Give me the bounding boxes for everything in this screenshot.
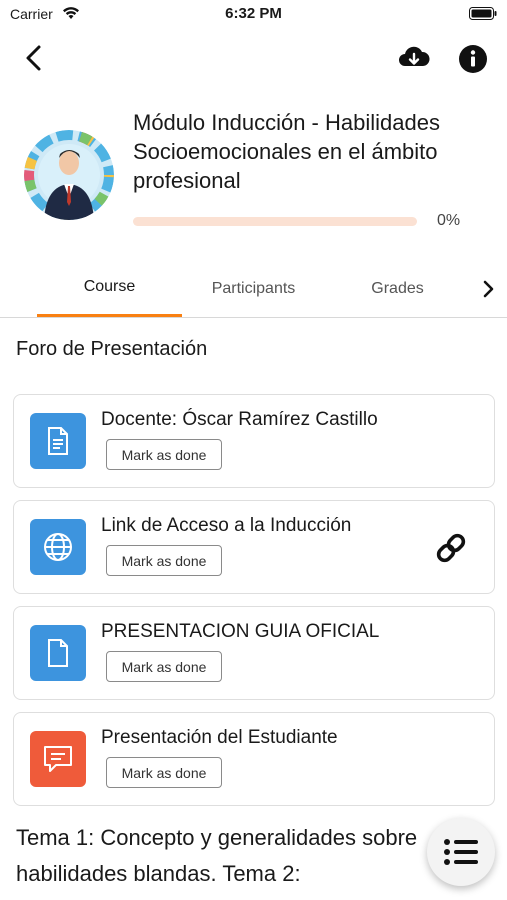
link-icon[interactable] [434, 531, 468, 565]
activity-name[interactable]: PRESENTACION GUIA OFICIAL [101, 621, 379, 643]
mark-as-done-button[interactable]: Mark as done [106, 545, 222, 576]
activity-name[interactable]: Docente: Óscar Ramírez Castillo [101, 409, 378, 431]
course-image [24, 130, 114, 220]
status-bar: Carrier 6:32 PM [0, 0, 507, 28]
activity-name[interactable]: Presentación del Estudiante [101, 727, 338, 749]
activity-card[interactable]: PRESENTACION GUIA OFICIAL Mark as done [13, 606, 495, 700]
course-title: Módulo Inducción - Habilidades Socioemoc… [133, 110, 440, 193]
mark-as-done-button[interactable]: Mark as done [106, 651, 222, 682]
cloud-download-icon[interactable] [397, 44, 431, 72]
mark-as-done-button[interactable]: Mark as done [106, 757, 222, 788]
mark-as-done-button[interactable]: Mark as done [106, 439, 222, 470]
battery-icon [469, 7, 497, 20]
tab-participants[interactable]: Participants [182, 260, 325, 317]
course-progress-label: 0% [437, 212, 461, 229]
activity-card[interactable]: Link de Acceso a la Inducción Mark as do… [13, 500, 495, 594]
forum-icon [30, 731, 86, 787]
course-progress-bar [133, 217, 417, 226]
activity-card[interactable]: Presentación del Estudiante Mark as done [13, 712, 495, 806]
back-chevron-icon[interactable] [22, 44, 46, 72]
file-icon [30, 625, 86, 681]
info-icon[interactable] [458, 44, 488, 74]
course-header: Módulo Inducción - Habilidades Socioemoc… [0, 100, 507, 240]
tab-grades[interactable]: Grades [325, 260, 470, 317]
course-tabs: Course Participants Grades [0, 260, 507, 318]
navigation-bar [0, 36, 507, 80]
tab-course[interactable]: Course [37, 260, 182, 317]
list-icon [444, 839, 478, 865]
chevron-right-icon[interactable] [478, 278, 498, 300]
document-icon [30, 413, 86, 469]
next-section-title: Tema 1: Concepto y generalidades sobre h… [16, 825, 418, 886]
status-time: 6:32 PM [225, 5, 282, 22]
globe-icon [30, 519, 86, 575]
activity-card[interactable]: Docente: Óscar Ramírez Castillo Mark as … [13, 394, 495, 488]
section-title: Foro de Presentación [16, 338, 208, 360]
activity-name[interactable]: Link de Acceso a la Inducción [101, 515, 351, 537]
course-index-button[interactable] [427, 818, 495, 886]
